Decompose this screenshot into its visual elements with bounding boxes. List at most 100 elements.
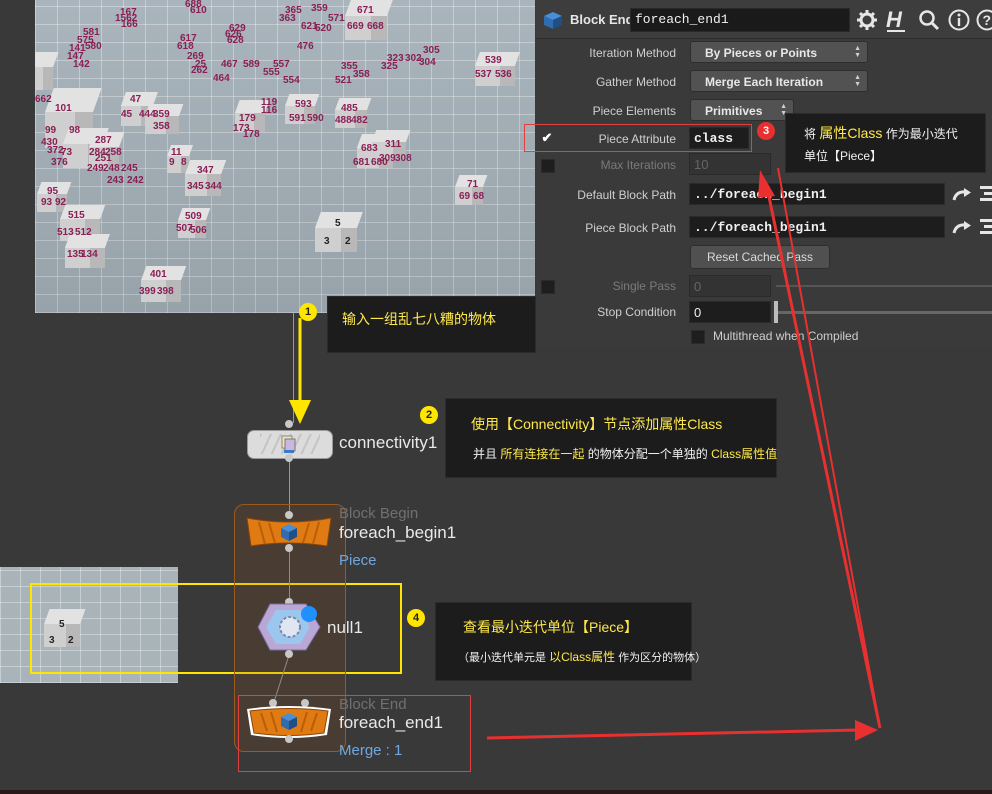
node-chooser-icon[interactable] [978,217,992,239]
panel-header: Block End foreach_end1 H ? [536,0,992,39]
gather-method-dropdown[interactable]: Merge Each Iteration ▲ ▼ [690,70,868,92]
piece-block-path-label: Piece Block Path [585,221,676,235]
default-block-path-label: Default Block Path [577,188,676,202]
point-number: 571 [328,13,345,24]
point-number: 359 [311,3,328,14]
piece-attribute-highlight-box [524,124,752,152]
point-number: 68 [473,191,485,202]
default-block-path-field[interactable]: ../foreach_begin1 [689,183,945,205]
point-number: 45 [121,109,133,120]
point-number: 311 [385,139,402,150]
point-number: 662 [35,94,52,105]
callout-1: 输入一组乱七八糟的物体 [327,296,536,353]
point-number: 47 [130,94,142,105]
iteration-method-dropdown[interactable]: By Pieces or Points ▲ ▼ [690,41,868,63]
point-number: 347 [197,165,214,176]
search-icon[interactable] [918,9,940,31]
point-number: 308 [395,153,412,164]
point-number: 399 [139,286,156,297]
callout-2: 使用【Connectivity】节点添加属性Class 并且 所有连接在一起 的… [445,398,777,478]
gather-method-value: Merge Each Iteration [705,75,824,89]
point-number: 520 [315,23,332,34]
single-pass-field: 0 [689,275,771,297]
point-number: 359 [153,109,170,120]
point-number: 467 [221,59,238,70]
gear-icon[interactable] [856,9,878,31]
stop-condition-slider[interactable] [776,311,992,314]
point-number: 302 [405,53,422,64]
point-number: 401 [150,269,167,280]
point-number: 669 [347,21,364,32]
piece-elements-label: Piece Elements [592,104,676,118]
point-number: 363 [279,13,296,24]
point-number: 101 [55,103,72,114]
jump-to-node-icon[interactable] [952,188,972,202]
node-name-field[interactable]: foreach_end1 [630,8,850,32]
svg-text:H: H [886,7,903,32]
callout-4-line2: （最小迭代单元是 以Class属性 作为区分的物体） [458,650,707,664]
point-number: 71 [467,179,479,190]
piece-block-path-field[interactable]: ../foreach_begin1 [689,216,945,238]
point-number: 509 [185,211,202,222]
dropdown-arrows-icon: ▲ ▼ [854,45,861,59]
single-pass-slider [776,285,992,287]
multithread-checkbox[interactable] [691,330,705,344]
point-number: 537 [475,69,492,80]
point-number: 243 [107,175,124,186]
point-number: 580 [85,41,102,52]
foreach-begin-type: Block Begin [339,505,419,522]
point-number: 95 [47,186,59,197]
point-number: 555 [263,67,280,78]
point-number: 376 [51,157,68,168]
point-number: 671 [357,5,374,16]
null-node[interactable] [256,600,324,654]
callout-4-badge: 4 [407,609,425,627]
null-node-label: null1 [327,618,363,637]
help-icon[interactable]: ? [976,9,992,31]
piece-elements-dropdown[interactable]: Primitives ▲ ▼ [690,99,794,121]
point-number: 142 [73,59,90,70]
callout-3-line2: 单位【Piece】 [804,149,883,163]
callout-3-badge: 3 [757,122,775,140]
callout-1-badge: 1 [299,303,317,321]
node-type-label: Block End [570,12,634,27]
point-number: 178 [243,129,260,140]
scene-viewport[interactable]: 167 1562 166 688 610 581 575 141 580 147… [35,0,535,313]
point-number: 358 [153,121,170,132]
connectivity-node-icon [281,435,296,453]
point-number: 69 [459,191,471,202]
help-h-icon[interactable]: H [884,7,908,33]
point-number: 242 [127,175,144,186]
point-number: 482 [351,115,368,126]
callout-2-badge: 2 [420,406,438,424]
point-number: 512 [75,227,92,238]
point-number: 8 [181,157,187,168]
point-number: 325 [381,61,398,72]
stop-condition-field[interactable]: 0 [689,301,771,323]
callout-2-line2: 并且 所有连接在一起 的物体分配一个单独的 Class属性值 [473,447,778,461]
foreach-begin-flag: Piece [339,552,377,569]
point-number: 513 [57,227,74,238]
callout-2-line1: 使用【Connectivity】节点添加属性Class [471,416,723,432]
stop-condition-slider-handle[interactable] [774,301,778,323]
point-number: 305 [423,45,440,56]
point-number: 5 [335,218,341,229]
callout-4-line1: 查看最小迭代单位【Piece】 [463,619,639,635]
point-number: 398 [157,286,174,297]
point-number: 309 [379,153,396,164]
point-number: 248 [103,163,120,174]
reset-cached-pass-button[interactable]: Reset Cached Pass [690,245,830,269]
point-number: 668 [367,21,384,32]
piece-elements-value: Primitives [705,104,763,118]
iteration-method-label: Iteration Method [589,46,676,60]
point-number: 539 [485,55,502,66]
point-number: 2 [345,236,351,247]
point-number: 166 [121,19,138,30]
info-icon[interactable] [948,9,970,31]
dropdown-arrows-icon: ▲ ▼ [854,74,861,88]
foreach-end-highlight-box [238,695,471,772]
node-chooser-icon[interactable] [978,184,992,206]
iteration-method-value: By Pieces or Points [705,46,818,60]
block-end-node-icon [544,12,562,29]
jump-to-node-icon[interactable] [952,221,972,235]
